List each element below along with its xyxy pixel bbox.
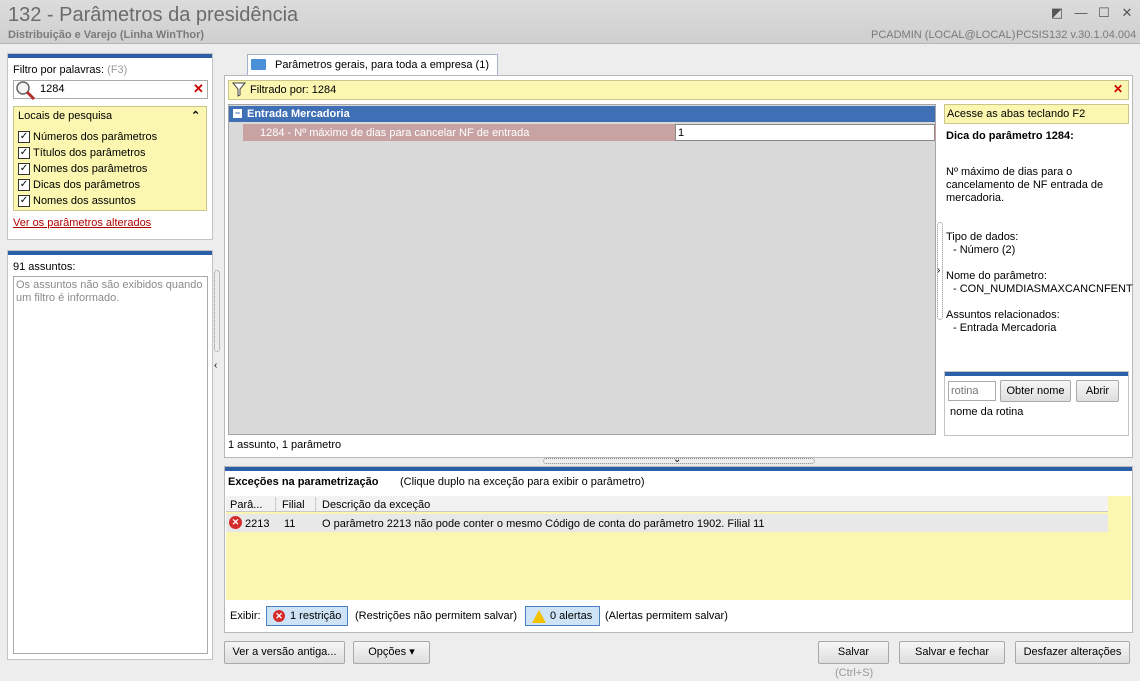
filter-shortcut: (F3) — [107, 64, 128, 76]
opcoes-button[interactable]: Opções ▾ — [353, 641, 430, 664]
hint-assuntos: Assuntos relacionados: - Entrada Mercado… — [946, 309, 1060, 335]
hint-tipo: Tipo de dados: - Número (2) — [946, 231, 1018, 257]
restore-icon[interactable]: ◩ — [1049, 5, 1065, 21]
window-title: 132 - Parâmetros da presidência — [8, 4, 299, 26]
exception-filial: 11 — [284, 518, 296, 530]
clear-search-icon[interactable]: ✕ — [193, 81, 204, 97]
restricao-note: (Restrições não permitem salvar) — [355, 610, 517, 622]
filter-label: Filtro por palavras: (F3) — [13, 64, 127, 76]
expand-hint-icon[interactable]: › — [937, 265, 940, 276]
salvar-button[interactable]: Salvar — [818, 641, 889, 664]
collapse-left-icon[interactable]: ‹ — [214, 360, 217, 371]
restricoes-toggle[interactable]: ✕ 1 restrição — [266, 606, 348, 626]
exception-param: 2213 — [245, 518, 270, 530]
rotina-input[interactable] — [948, 381, 996, 401]
grid-status: 1 assunto, 1 parâmetro — [228, 439, 342, 451]
minimize-button[interactable]: — — [1073, 5, 1089, 21]
assuntos-list[interactable] — [13, 276, 208, 654]
column-header-param[interactable]: Parâ... — [230, 499, 262, 511]
collapse-group-icon[interactable]: − — [233, 109, 242, 118]
exception-description: O parâmetro 2213 não pode conter o mesmo… — [322, 518, 765, 530]
alertas-note: (Alertas permitem salvar) — [605, 610, 728, 622]
option-label: Nomes dos assuntos — [33, 195, 136, 207]
search-icon — [16, 81, 36, 101]
filter-bar — [228, 80, 1129, 100]
hint-bar-text: Acesse as abas teclando F2 — [947, 108, 1086, 120]
checkbox-icon[interactable]: ✓ — [18, 147, 30, 159]
error-icon: ✕ — [273, 610, 285, 623]
exceptions-hint: (Clique duplo na exceção para exibir o p… — [400, 476, 645, 488]
rotina-name-label: nome da rotina — [950, 406, 1024, 418]
search-value: 1284 — [40, 83, 65, 95]
ver-alterados-link[interactable]: Ver os parâmetros alterados — [13, 217, 151, 229]
option-label: Nomes dos parâmetros — [33, 163, 148, 175]
param-value: 1 — [678, 127, 685, 139]
salvar-fechar-button[interactable]: Salvar e fechar — [899, 641, 1005, 664]
version-info: PCSIS132 v.30.1.04.004 — [1016, 29, 1137, 41]
checkbox-icon[interactable]: ✓ — [18, 131, 30, 143]
hint-nome-value: - CON_NUMDIASMAXCANCNFENT — [953, 283, 1133, 295]
column-separator — [315, 497, 316, 512]
hint-tipo-label: Tipo de dados: — [946, 231, 1019, 243]
abrir-button[interactable]: Abrir — [1076, 380, 1119, 402]
window-subtitle: Distribuição e Varejo (Linha WinThor) — [8, 29, 205, 41]
locais-title: Locais de pesquisa — [18, 110, 113, 122]
column-header-descricao[interactable]: Descrição da exceção — [322, 499, 430, 511]
assuntos-count: 91 assuntos: — [13, 261, 76, 273]
maximize-button[interactable]: ☐ — [1096, 5, 1112, 21]
versao-antiga-button[interactable]: Ver a versão antiga... — [224, 641, 345, 664]
restricao-label: 1 restrição — [290, 610, 342, 622]
checkbox-icon[interactable]: ✓ — [18, 179, 30, 191]
salvar-shortcut: (Ctrl+S) — [835, 667, 874, 679]
folder-icon — [251, 59, 266, 70]
collapse-icon[interactable]: ⌃ — [191, 109, 200, 122]
parameters-grid[interactable] — [228, 104, 936, 435]
hint-tipo-value: - Número (2) — [953, 244, 1016, 256]
group-label: Entrada Mercadoria — [247, 108, 350, 120]
exceptions-title: Exceções na parametrização — [228, 476, 379, 488]
column-separator — [275, 497, 276, 512]
exibir-label: Exibir: — [230, 610, 261, 622]
error-icon: ✕ — [229, 516, 242, 529]
warning-icon — [532, 609, 546, 623]
option-label: Dicas dos parâmetros — [33, 179, 140, 191]
filter-label-text: Filtro por palavras: — [13, 64, 105, 76]
hint-nome: Nome do parâmetro: - CON_NUMDIASMAXCANCN… — [946, 270, 1133, 296]
hint-assuntos-label: Assuntos relacionados: — [946, 309, 1060, 321]
filter-bar-text: Filtrado por: 1284 — [250, 84, 337, 96]
clear-filter-icon[interactable]: ✕ — [1113, 82, 1123, 96]
hint-assuntos-value: - Entrada Mercadoria — [953, 322, 1057, 334]
alertas-label: 0 alertas — [550, 610, 593, 622]
alertas-toggle[interactable]: 0 alertas — [525, 606, 600, 626]
funnel-icon — [232, 82, 246, 97]
close-button[interactable]: ✕ — [1119, 5, 1135, 21]
option-label: Números dos parâmetros — [33, 131, 158, 143]
left-splitter[interactable] — [214, 270, 220, 352]
param-label: 1284 - Nº máximo de dias para cancelar N… — [260, 127, 530, 139]
hint-nome-label: Nome do parâmetro: — [946, 270, 1047, 282]
tab-label: Parâmetros gerais, para toda a empresa (… — [275, 59, 489, 71]
desfazer-button[interactable]: Desfazer alterações — [1015, 641, 1130, 664]
column-header-filial[interactable]: Filial — [282, 499, 305, 511]
checkbox-icon[interactable]: ✓ — [18, 163, 30, 175]
chevron-down-icon[interactable]: ⌄ — [673, 454, 681, 465]
user-info: PCADMIN (LOCAL@LOCAL) — [871, 29, 1016, 41]
hint-title: Dica do parâmetro 1284: — [946, 130, 1074, 142]
param-value-field[interactable] — [675, 124, 935, 141]
hint-description: Nº máximo de dias para o cancelamento de… — [946, 166, 1104, 204]
checkbox-icon[interactable]: ✓ — [18, 195, 30, 207]
obter-nome-button[interactable]: Obter nome — [1000, 380, 1071, 402]
assuntos-hint: Os assuntos não são exibidos quando um f… — [16, 279, 203, 304]
option-label: Títulos dos parâmetros — [33, 147, 146, 159]
